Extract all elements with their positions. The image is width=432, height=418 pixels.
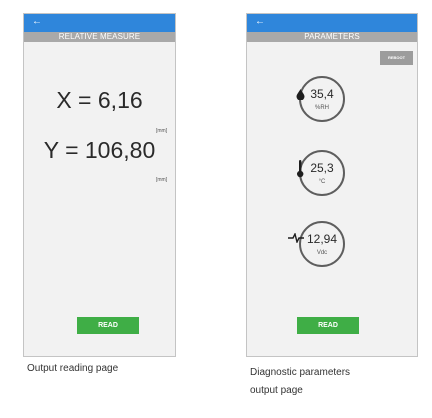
app-bar: ← — [24, 14, 175, 32]
humidity-unit: %RH — [314, 105, 329, 111]
back-arrow-icon[interactable]: ← — [32, 17, 42, 27]
page-title: RELATIVE MEASURE — [24, 32, 175, 42]
temperature-gauge: 25,3 °C — [299, 150, 345, 196]
diagnostic-caption-line1: Diagnostic parameters — [250, 367, 351, 378]
read-button[interactable]: READ — [77, 317, 139, 334]
read-button[interactable]: READ — [297, 317, 359, 334]
app-bar: ← — [247, 14, 417, 32]
y-unit: [mm] — [156, 177, 168, 183]
diagnostic-caption-line2: output page — [250, 385, 303, 396]
voltage-gauge: 12,94 Vdc — [299, 221, 345, 267]
diagnostic-parameters-screen: ← PARAMETERS REBOOT 35,4 %RH 25,3 °C 12,… — [246, 13, 418, 357]
temperature-value: 25,3 — [310, 161, 334, 175]
output-reading-screen: ← RELATIVE MEASURE X = 6,16 [mm] Y = 106… — [23, 13, 176, 357]
voltage-pulse-icon — [288, 233, 304, 243]
x-unit: [mm] — [156, 128, 168, 134]
voltage-value: 12,94 — [306, 232, 338, 246]
output-reading-caption: Output reading page — [27, 363, 119, 374]
y-reading: Y = 106,80 — [43, 137, 156, 163]
page-title: PARAMETERS — [247, 32, 417, 42]
humidity-value: 35,4 — [310, 87, 334, 101]
humidity-gauge: 35,4 %RH — [299, 76, 345, 122]
reboot-button[interactable]: REBOOT — [380, 51, 413, 65]
voltage-unit: Vdc — [316, 250, 328, 256]
back-arrow-icon[interactable]: ← — [255, 17, 265, 27]
humidity-drop-icon — [296, 89, 305, 100]
temperature-unit: °C — [318, 179, 326, 185]
x-reading: X = 6,16 — [56, 87, 143, 113]
thermometer-icon — [297, 160, 304, 178]
